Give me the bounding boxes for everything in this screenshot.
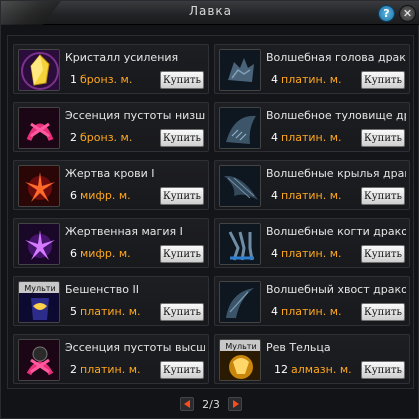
close-button[interactable]: ✕ xyxy=(399,5,416,22)
buy-button[interactable]: Купить xyxy=(361,303,405,321)
item-name: Жертва крови I xyxy=(65,167,155,180)
window-title: Лавка xyxy=(188,4,233,18)
shop-item[interactable]: Мульти Рев Тельца 12 алмазн. м. Купить xyxy=(214,334,410,384)
item-currency: бронз. м. xyxy=(80,131,133,144)
dragon-head-icon xyxy=(219,49,261,91)
item-price: 4 xyxy=(271,247,278,260)
item-price: 4 xyxy=(271,305,278,318)
help-button[interactable]: ? xyxy=(378,5,395,22)
item-currency: платин. м. xyxy=(281,305,342,318)
buy-button[interactable]: Купить xyxy=(160,129,204,147)
page-indicator: 2/3 xyxy=(202,398,220,411)
void-essence-high-icon xyxy=(18,339,60,381)
item-currency: платин. м. xyxy=(281,73,342,86)
multi-badge-text: Мульти xyxy=(24,284,55,293)
title-bar[interactable]: Лавка ? ✕ xyxy=(1,1,419,25)
item-name: Кристалл усиления xyxy=(65,51,179,64)
shop-item[interactable]: Эссенция пустоты высшая 2 платин. м. Куп… xyxy=(13,334,209,384)
item-currency: платин. м. xyxy=(80,363,141,376)
buy-button[interactable]: Купить xyxy=(160,187,204,205)
item-price: 4 xyxy=(271,73,278,86)
item-currency: платин. м. xyxy=(281,189,342,202)
next-page-button[interactable] xyxy=(228,397,242,411)
item-price: 12 xyxy=(274,363,288,376)
item-name: Волшебное туловище дракона xyxy=(266,109,406,122)
shop-item[interactable]: Эссенция пустоты низшая 2 бронз. м. Купи… xyxy=(13,102,209,152)
item-price: 5 xyxy=(70,305,77,318)
shop-item[interactable]: Мульти Бешенство II 5 платин. м. Купить xyxy=(13,276,209,326)
shop-item[interactable]: Жертва крови I 6 мифр. м. Купить xyxy=(13,160,209,210)
buy-button[interactable]: Купить xyxy=(361,71,405,89)
item-price: 6 xyxy=(70,247,77,260)
item-name: Бешенство II xyxy=(65,283,139,296)
item-price: 4 xyxy=(271,131,278,144)
buy-button[interactable]: Купить xyxy=(160,71,204,89)
arrow-left-icon xyxy=(184,400,190,408)
shop-item[interactable]: Волшебное туловище дракона 4 платин. м. … xyxy=(214,102,410,152)
item-name: Эссенция пустоты низшая xyxy=(65,109,205,122)
buy-button[interactable]: Купить xyxy=(361,187,405,205)
item-name: Волшебные крылья дракона xyxy=(266,167,406,180)
item-currency: мифр. м. xyxy=(80,189,131,202)
item-currency: платин. м. xyxy=(281,131,342,144)
shop-item[interactable]: Волшебная голова дракона 4 платин. м. Ку… xyxy=(214,44,410,94)
buy-button[interactable]: Купить xyxy=(361,245,405,263)
item-grid: Кристалл усиления 1 бронз. м. Купить Вол… xyxy=(7,35,414,389)
pagination: 2/3 xyxy=(1,395,418,415)
fury-scroll-icon: Мульти xyxy=(18,281,60,323)
item-name: Волшебная голова дракона xyxy=(266,51,406,64)
item-price: 2 xyxy=(70,363,77,376)
shop-window: Лавка ? ✕ Кристалл усиления 1 бронз. м. … xyxy=(0,0,419,419)
shop-item[interactable]: Волшебные крылья дракона 4 платин. м. Ку… xyxy=(214,160,410,210)
buy-button[interactable]: Купить xyxy=(160,245,204,263)
shop-item[interactable]: Жертвенная магия I 6 мифр. м. Купить xyxy=(13,218,209,268)
dragon-body-icon xyxy=(219,107,261,149)
gem-crystal-icon xyxy=(18,49,60,91)
item-name: Рев Тельца xyxy=(266,341,331,354)
sacrificial-magic-icon xyxy=(18,223,60,265)
arrow-right-icon xyxy=(233,400,239,408)
dragon-wings-icon xyxy=(219,165,261,207)
item-price: 2 xyxy=(70,131,77,144)
item-currency: мифр. м. xyxy=(80,247,131,260)
item-currency: платин. м. xyxy=(80,305,141,318)
item-price: 6 xyxy=(70,189,77,202)
item-name: Жертвенная магия I xyxy=(65,225,183,238)
dragon-claws-icon xyxy=(219,223,261,265)
void-essence-low-icon xyxy=(18,107,60,149)
buy-button[interactable]: Купить xyxy=(361,361,405,379)
item-price: 4 xyxy=(271,189,278,202)
item-name: Волшебный хвост дракона xyxy=(266,283,406,296)
blood-sacrifice-icon xyxy=(18,165,60,207)
multi-badge-text: Мульти xyxy=(225,342,256,351)
item-name: Эссенция пустоты высшая xyxy=(65,341,205,354)
shop-item[interactable]: Кристалл усиления 1 бронз. м. Купить xyxy=(13,44,209,94)
shop-item[interactable]: Волшебный хвост дракона 4 платин. м. Куп… xyxy=(214,276,410,326)
item-price: 1 xyxy=(70,73,77,86)
buy-button[interactable]: Купить xyxy=(160,361,204,379)
taurus-roar-icon: Мульти xyxy=(219,339,261,381)
shop-item[interactable]: Волшебные когти дракона 4 платин. м. Куп… xyxy=(214,218,410,268)
prev-page-button[interactable] xyxy=(180,397,194,411)
item-currency: бронз. м. xyxy=(80,73,133,86)
item-currency: платин. м. xyxy=(281,247,342,260)
buy-button[interactable]: Купить xyxy=(361,129,405,147)
dragon-tail-icon xyxy=(219,281,261,323)
item-name: Волшебные когти дракона xyxy=(266,225,406,238)
buy-button[interactable]: Купить xyxy=(160,303,204,321)
item-currency: алмазн. м. xyxy=(291,363,352,376)
